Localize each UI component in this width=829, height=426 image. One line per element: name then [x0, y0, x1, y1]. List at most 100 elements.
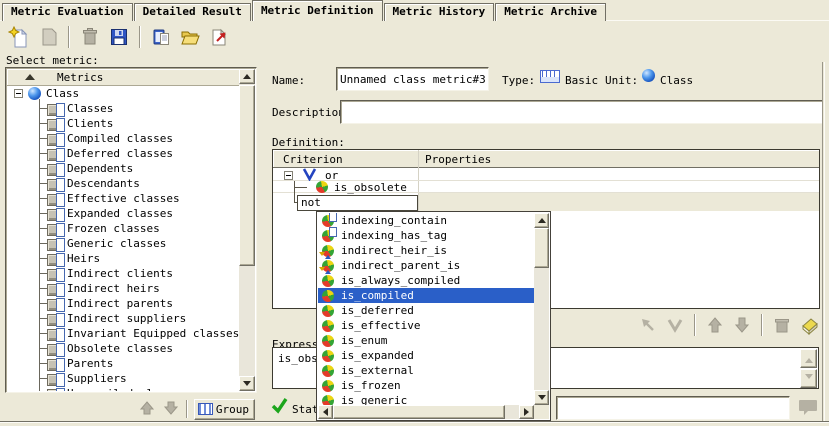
metric-locked-icon: [47, 283, 64, 295]
name-label: Name:: [272, 74, 305, 87]
tree-item[interactable]: Clients: [7, 116, 239, 131]
definition-label: Definition:: [272, 136, 345, 149]
tab-metric-evaluation[interactable]: Metric Evaluation: [2, 3, 133, 21]
criterion-editor-input[interactable]: not: [297, 195, 418, 211]
dropdown-item[interactable]: is_generic: [318, 393, 534, 405]
definition-row-is-obsolete[interactable]: is_obsolete: [273, 181, 819, 193]
tree-item[interactable]: Obsolete classes: [7, 341, 239, 356]
criterion-pie-icon: [322, 395, 334, 406]
dropdown-item[interactable]: indexing_contain: [318, 213, 534, 228]
dropdown-item[interactable]: indirect_heir_is: [318, 243, 534, 258]
dropdown-item[interactable]: is_deferred: [318, 303, 534, 318]
scroll-left-icon[interactable]: [318, 405, 333, 419]
manage-metrics-icon[interactable]: [149, 25, 173, 49]
group-button[interactable]: Group: [194, 399, 255, 420]
dropdown-vscrollbar[interactable]: [534, 213, 549, 405]
name-input[interactable]: [336, 67, 489, 91]
move-criterion-up-icon: [704, 314, 726, 336]
scroll-right-icon[interactable]: [519, 405, 534, 419]
metric-locked-icon: [47, 163, 64, 175]
tree-item[interactable]: Indirect heirs: [7, 281, 239, 296]
scroll-up-icon[interactable]: [534, 213, 549, 228]
dropdown-hscrollbar[interactable]: [318, 405, 534, 419]
toolbar-separator: [68, 26, 70, 48]
tree-footer-toolbar: Group: [5, 397, 257, 421]
dropdown-item[interactable]: indirect_parent_is: [318, 258, 534, 273]
metric-locked-icon: [47, 298, 64, 310]
criterion-pie-icon: [322, 305, 334, 317]
tree-item-class[interactable]: Class: [7, 86, 239, 101]
scroll-down-icon[interactable]: [534, 390, 549, 405]
dropdown-item[interactable]: is_enum: [318, 333, 534, 348]
criterion-pie-icon: [322, 350, 334, 362]
new-metric-icon[interactable]: [7, 25, 31, 49]
tree-item[interactable]: Parents: [7, 356, 239, 371]
criterion-pie-arrows-icon: [322, 260, 334, 272]
tab-detailed-result[interactable]: Detailed Result: [134, 3, 251, 21]
tree-item[interactable]: Indirect clients: [7, 266, 239, 281]
criterion-dropdown: indexing_contain indexing_has_tag indire…: [316, 211, 551, 421]
toolbar-separator: [139, 26, 141, 48]
tab-metric-definition[interactable]: Metric Definition: [252, 0, 383, 21]
dropdown-item[interactable]: indexing_has_tag: [318, 228, 534, 243]
collapse-icon[interactable]: [284, 171, 293, 180]
dropdown-item[interactable]: is_frozen: [318, 378, 534, 393]
metric-locked-icon: [47, 373, 64, 385]
tree-item[interactable]: Classes: [7, 101, 239, 116]
expression-scroll-up-icon[interactable]: [800, 349, 817, 368]
tree-item[interactable]: Uncompiled classes: [7, 386, 239, 391]
definition-table-header[interactable]: Criterion Properties: [273, 150, 819, 168]
metrics-tree: Class Classes Clients Compiled classes D…: [7, 86, 239, 391]
tree-item[interactable]: Suppliers: [7, 371, 239, 386]
tree-item[interactable]: Indirect suppliers: [7, 311, 239, 326]
definition-row-or[interactable]: or: [273, 169, 819, 181]
tree-item[interactable]: Indirect parents: [7, 296, 239, 311]
scrollbar-thumb[interactable]: [534, 228, 549, 268]
tree-item[interactable]: Expanded classes: [7, 206, 239, 221]
criterion-pie-icon: [322, 290, 334, 302]
move-criterion-out-icon: [637, 314, 659, 336]
metric-locked-icon: [47, 358, 64, 370]
metric-locked-icon: [47, 118, 64, 130]
tab-metric-history[interactable]: Metric History: [384, 3, 495, 21]
tab-bar: Metric Evaluation Detailed Result Metric…: [0, 0, 829, 21]
tree-item[interactable]: Heirs: [7, 251, 239, 266]
metrics-tree-panel: Metrics Class Classes Clients Compiled c…: [5, 67, 257, 393]
properties-column-header: Properties: [425, 153, 491, 166]
tree-scrollbar[interactable]: [239, 69, 255, 391]
open-metric-file-icon[interactable]: [178, 25, 202, 49]
metric-locked-icon: [47, 178, 64, 190]
expression-scroll-down-icon[interactable]: [800, 369, 817, 388]
tree-item[interactable]: Effective classes: [7, 191, 239, 206]
description-input[interactable]: [340, 100, 823, 124]
scrollbar-thumb[interactable]: [239, 85, 255, 266]
tree-item[interactable]: Invariant Equipped classes: [7, 326, 239, 341]
eraser-icon[interactable]: [798, 314, 820, 336]
tree-item[interactable]: Generic classes: [7, 236, 239, 251]
dropdown-item[interactable]: is_expanded: [318, 348, 534, 363]
delete-criterion-icon: [771, 314, 793, 336]
tree-item[interactable]: Compiled classes: [7, 131, 239, 146]
scroll-down-icon[interactable]: [239, 376, 255, 391]
criterion-pie-icon: [322, 335, 334, 347]
status-input[interactable]: [556, 396, 790, 420]
collapse-icon[interactable]: [14, 89, 23, 98]
criterion-pie-page-icon: [322, 230, 334, 242]
tree-item[interactable]: Descendants: [7, 176, 239, 191]
save-metric-icon[interactable]: [107, 25, 131, 49]
dropdown-item[interactable]: is_always_compiled: [318, 273, 534, 288]
dropdown-item-selected[interactable]: is_compiled: [318, 288, 534, 303]
export-metrics-icon[interactable]: [207, 25, 231, 49]
tree-item[interactable]: Deferred classes: [7, 146, 239, 161]
criterion-column-header: Criterion: [283, 153, 343, 166]
tab-metric-archive[interactable]: Metric Archive: [495, 3, 606, 21]
panel-bottom-edge: [0, 421, 829, 423]
dropdown-item[interactable]: is_effective: [318, 318, 534, 333]
scroll-up-icon[interactable]: [239, 69, 255, 84]
tree-item[interactable]: Dependents: [7, 161, 239, 176]
tree-column-header[interactable]: Metrics: [7, 69, 239, 86]
scrollbar-thumb[interactable]: [333, 405, 505, 419]
select-metric-label: Select metric:: [6, 54, 99, 67]
dropdown-item[interactable]: is_external: [318, 363, 534, 378]
tree-item[interactable]: Frozen classes: [7, 221, 239, 236]
